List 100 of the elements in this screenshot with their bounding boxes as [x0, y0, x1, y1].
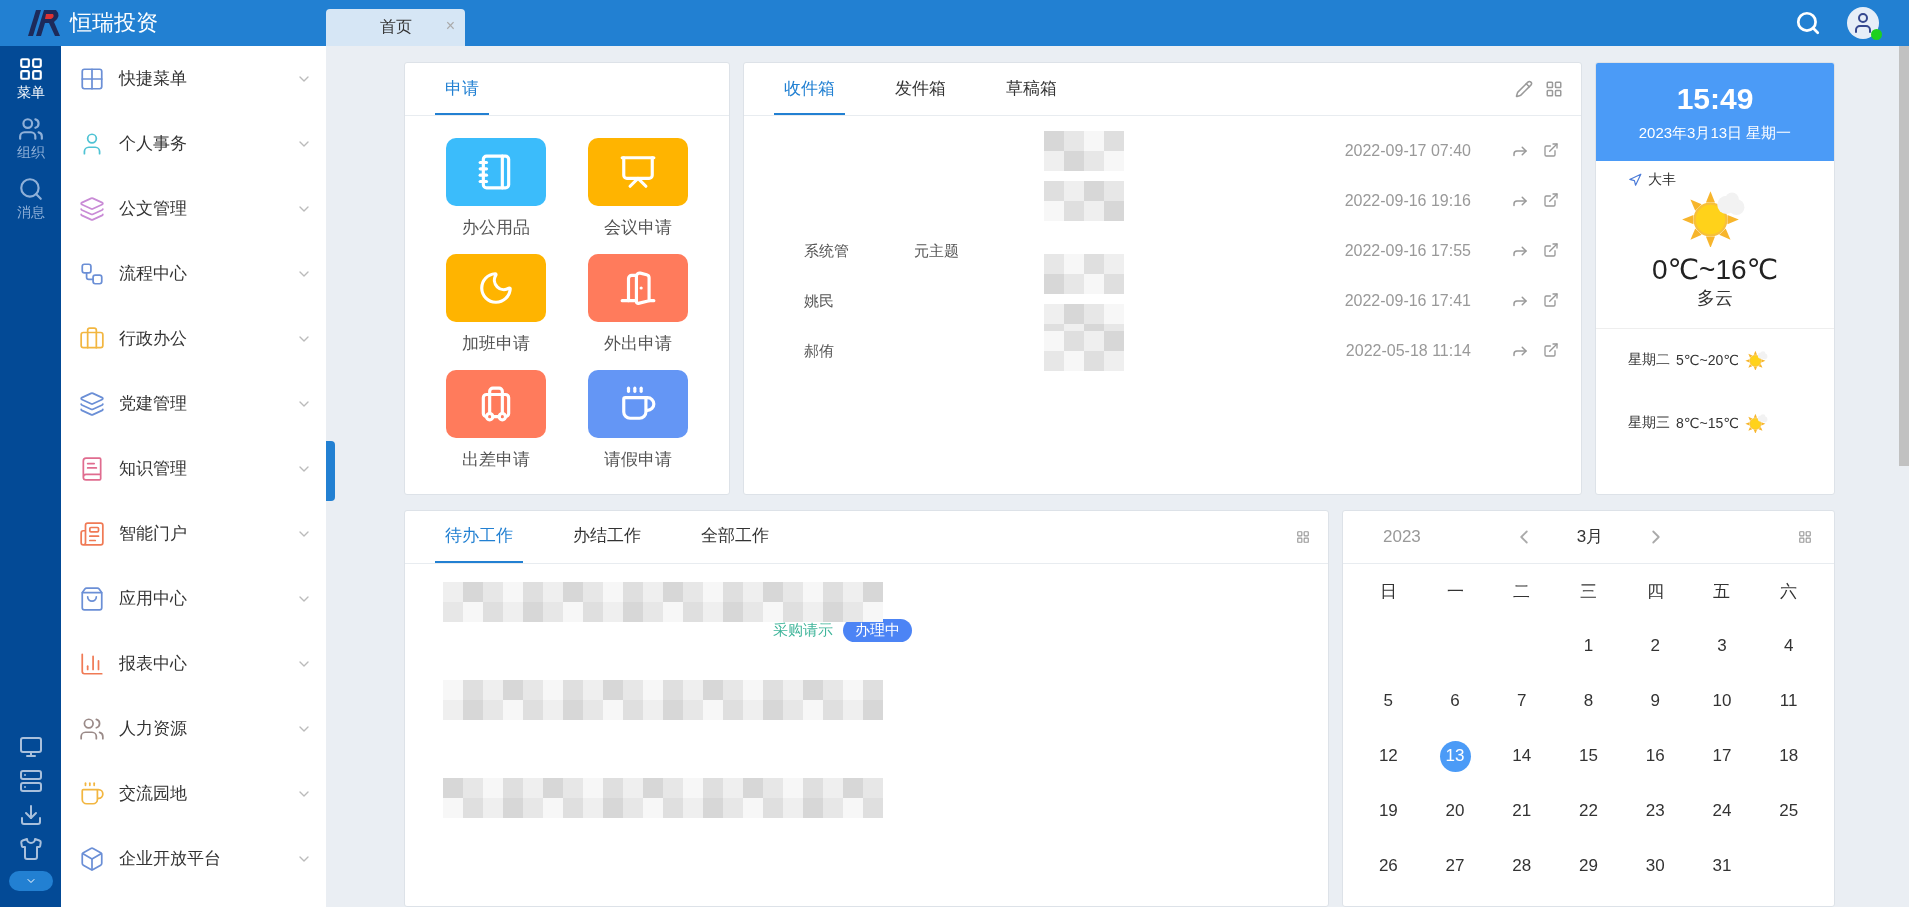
- calendar-day[interactable]: 16: [1639, 740, 1671, 772]
- sidebar-item[interactable]: 公文管理: [61, 176, 326, 241]
- sidebar-item[interactable]: 流程中心: [61, 241, 326, 306]
- sidebar-label: 公文管理: [119, 198, 188, 220]
- sidebar-item[interactable]: 应用中心: [61, 566, 326, 631]
- sidebar-label: 党建管理: [119, 393, 188, 415]
- tile-label: 办公用品: [462, 217, 530, 239]
- calendar-day[interactable]: 27: [1439, 850, 1471, 882]
- sidebar-item[interactable]: 报表中心: [61, 631, 326, 696]
- calendar-day[interactable]: 25: [1773, 795, 1805, 827]
- page-tab[interactable]: 首页 ×: [326, 9, 465, 46]
- weekday-label: 六: [1780, 580, 1798, 603]
- grid-icon[interactable]: [1545, 80, 1563, 98]
- sidebar-label: 企业开放平台: [119, 848, 222, 870]
- search-icon[interactable]: [1795, 10, 1821, 36]
- rail-item[interactable]: 消息: [16, 176, 45, 222]
- sidebar-item[interactable]: 知识管理: [61, 436, 326, 501]
- app-tile[interactable]: [588, 254, 688, 322]
- grid-icon[interactable]: [1798, 529, 1812, 544]
- rail-item[interactable]: 菜单: [16, 56, 45, 102]
- calendar-day[interactable]: 8: [1573, 685, 1604, 717]
- calendar-day[interactable]: 30: [1639, 850, 1671, 882]
- calendar-day[interactable]: 19: [1372, 795, 1404, 827]
- mail-time: 2022-09-16 17:55: [1344, 242, 1471, 260]
- external-link-icon[interactable]: [1543, 242, 1559, 258]
- collapse-handle[interactable]: [326, 441, 335, 501]
- grid-icon: [17, 56, 44, 82]
- calendar-day[interactable]: 3: [1706, 630, 1738, 662]
- panel-tab[interactable]: 申请: [435, 63, 489, 115]
- toggle-button[interactable]: [8, 871, 53, 891]
- sidebar-item[interactable]: 个人事务: [61, 111, 326, 176]
- task-tab[interactable]: 办结工作: [563, 510, 651, 563]
- online-dot: [1871, 29, 1882, 40]
- task-tab[interactable]: 待办工作: [435, 510, 523, 563]
- sidebar-label: 报表中心: [119, 653, 188, 675]
- mail-tab[interactable]: 草稿箱: [996, 63, 1067, 115]
- calendar-day[interactable]: 31: [1706, 850, 1738, 882]
- status-badge: 办理中: [843, 619, 912, 643]
- grid-icon[interactable]: [1296, 529, 1310, 544]
- forecast-temp: 8℃~15℃: [1676, 415, 1739, 432]
- calendar-day[interactable]: 21: [1506, 795, 1538, 827]
- calendar-day[interactable]: 7: [1506, 685, 1538, 717]
- app-tile[interactable]: [588, 370, 688, 438]
- calendar-day[interactable]: 20: [1439, 795, 1471, 827]
- app-tile[interactable]: [588, 138, 688, 206]
- calendar-day[interactable]: 12: [1372, 740, 1404, 772]
- calendar-day[interactable]: 29: [1573, 850, 1604, 882]
- forecast-temp: 5℃~20℃: [1676, 352, 1739, 369]
- avatar[interactable]: [1847, 7, 1879, 39]
- sidebar-item[interactable]: 人力资源: [61, 696, 326, 761]
- calendar-day[interactable]: 23: [1639, 795, 1671, 827]
- calendar-day[interactable]: 24: [1706, 795, 1738, 827]
- clock-time: 15:49: [1676, 81, 1754, 116]
- mail-tab[interactable]: 收件箱: [774, 63, 845, 115]
- server-icon[interactable]: [18, 769, 43, 793]
- sidebar-item[interactable]: 快捷菜单: [61, 46, 326, 111]
- tile-label: 加班申请: [462, 333, 530, 355]
- calendar-month: 3月: [1575, 526, 1605, 549]
- pencil-icon[interactable]: [1515, 80, 1533, 98]
- mail-sender: 系统管: [804, 241, 850, 261]
- calendar-day[interactable]: 1: [1573, 630, 1604, 662]
- calendar-day[interactable]: 15: [1573, 740, 1604, 772]
- sidebar-item[interactable]: 交流园地: [61, 761, 326, 826]
- calendar-day[interactable]: 5: [1372, 685, 1404, 717]
- mail-tab[interactable]: 发件箱: [885, 63, 956, 115]
- calendar-day[interactable]: 10: [1706, 685, 1738, 717]
- app-tile[interactable]: [446, 138, 546, 206]
- sidebar-label: 行政办公: [119, 328, 188, 350]
- sidebar-item[interactable]: 智能门户: [61, 501, 326, 566]
- task-tab[interactable]: 全部工作: [691, 510, 779, 563]
- calendar-day[interactable]: 18: [1773, 740, 1805, 772]
- calendar-day[interactable]: 28: [1506, 850, 1538, 882]
- calendar-day[interactable]: 17: [1706, 740, 1738, 772]
- sidebar-item[interactable]: 行政办公: [61, 306, 326, 371]
- calendar-day[interactable]: 22: [1573, 795, 1604, 827]
- shirt-icon[interactable]: [18, 837, 43, 861]
- calendar-day[interactable]: 4: [1773, 630, 1805, 662]
- people-icon: [17, 116, 44, 142]
- external-link-icon[interactable]: [1543, 142, 1559, 158]
- external-link-icon[interactable]: [1543, 192, 1559, 208]
- mail-time: 2022-09-16 17:41: [1344, 292, 1471, 310]
- app-tile[interactable]: [446, 370, 546, 438]
- calendar-day[interactable]: 11: [1773, 685, 1805, 717]
- rail-item[interactable]: 组织: [16, 116, 45, 162]
- cup-icon: [619, 385, 657, 423]
- monitor-icon[interactable]: [18, 735, 43, 759]
- mail-time: 2022-05-18 11:14: [1345, 342, 1471, 360]
- calendar-day[interactable]: 6: [1439, 685, 1471, 717]
- calendar-day[interactable]: 26: [1372, 850, 1404, 882]
- calendar-day[interactable]: 9: [1639, 685, 1671, 717]
- task-note: 采购请示: [773, 621, 833, 641]
- calendar-day[interactable]: 2: [1639, 630, 1671, 662]
- external-link-icon[interactable]: [1543, 342, 1559, 358]
- download-icon[interactable]: [18, 803, 43, 827]
- sidebar-item[interactable]: 企业开放平台: [61, 826, 326, 891]
- calendar-day[interactable]: 14: [1506, 740, 1538, 772]
- external-link-icon[interactable]: [1543, 292, 1559, 308]
- scrollbar[interactable]: [1899, 46, 1909, 466]
- app-tile[interactable]: [446, 254, 546, 322]
- sidebar-item[interactable]: 党建管理: [61, 371, 326, 436]
